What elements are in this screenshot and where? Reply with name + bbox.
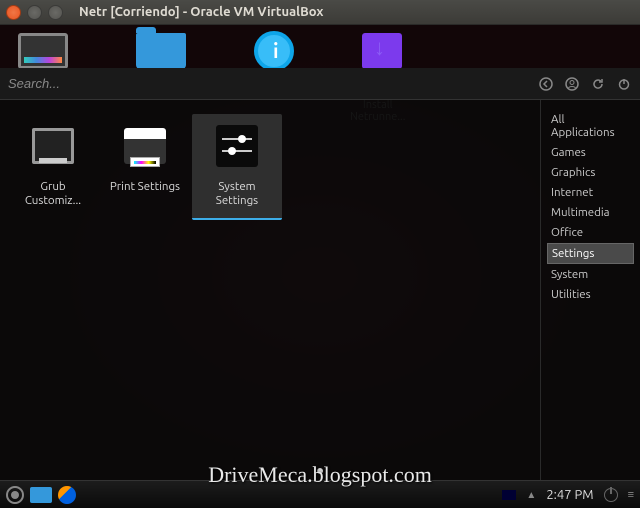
window-title: Netr [Corriendo] - Oracle VM VirtualBox	[79, 5, 323, 19]
category-system[interactable]: System	[547, 265, 634, 284]
back-icon[interactable]	[538, 76, 554, 92]
user-icon[interactable]	[564, 76, 580, 92]
search-input[interactable]	[8, 76, 538, 91]
search-toolbar-icons	[538, 76, 632, 92]
page-indicator[interactable]	[317, 468, 323, 474]
info-desktop-icon[interactable]	[254, 31, 294, 71]
window-close-button[interactable]	[6, 5, 21, 20]
desktop: Install Netrunne... Grub Customiz... Pr	[0, 25, 640, 480]
category-office[interactable]: Office	[547, 223, 634, 242]
category-internet[interactable]: Internet	[547, 183, 634, 202]
start-menu-button[interactable]	[6, 486, 24, 504]
printer-icon	[121, 122, 169, 170]
category-settings[interactable]: Settings	[547, 243, 634, 264]
terminal-desktop-icon[interactable]	[18, 33, 68, 69]
window-maximize-button[interactable]	[48, 5, 63, 20]
app-label: Grub Customiz...	[12, 180, 94, 208]
category-sidebar: All Applications Games Graphics Internet…	[540, 100, 640, 480]
download-desktop-icon[interactable]	[362, 33, 402, 69]
application-launcher: Grub Customiz... Print Settings System S…	[0, 68, 640, 480]
session-power-icon[interactable]	[604, 488, 618, 502]
firefox-icon[interactable]	[58, 486, 76, 504]
app-system-settings[interactable]: System Settings	[192, 114, 282, 220]
apps-grid: Grub Customiz... Print Settings System S…	[0, 100, 540, 480]
app-label: System Settings	[196, 180, 278, 208]
tray-expand-icon[interactable]: ▲	[526, 489, 536, 501]
category-all-applications[interactable]: All Applications	[547, 110, 634, 142]
category-multimedia[interactable]: Multimedia	[547, 203, 634, 222]
power-icon[interactable]	[616, 76, 632, 92]
search-bar	[0, 68, 640, 100]
launcher-content: Grub Customiz... Print Settings System S…	[0, 100, 640, 480]
taskbar-right: ▲ 2:47 PM ≡	[502, 488, 634, 502]
app-grub-customizer[interactable]: Grub Customiz...	[8, 114, 98, 218]
category-utilities[interactable]: Utilities	[547, 285, 634, 304]
refresh-icon[interactable]	[590, 76, 606, 92]
category-games[interactable]: Games	[547, 143, 634, 162]
keyboard-layout-icon[interactable]	[502, 490, 516, 500]
app-label: Print Settings	[104, 180, 186, 194]
desktop-icons-row	[18, 33, 402, 71]
category-graphics[interactable]: Graphics	[547, 163, 634, 182]
grub-icon	[29, 122, 77, 170]
app-print-settings[interactable]: Print Settings	[100, 114, 190, 204]
clock[interactable]: 2:47 PM	[546, 488, 593, 502]
file-manager-icon[interactable]	[30, 487, 52, 503]
window-minimize-button[interactable]	[27, 5, 42, 20]
sliders-icon	[213, 122, 261, 170]
taskbar-left	[6, 486, 76, 504]
taskbar: ▲ 2:47 PM ≡	[0, 480, 640, 508]
panel-menu-icon[interactable]: ≡	[628, 489, 634, 501]
folder-desktop-icon[interactable]	[136, 33, 186, 69]
window-titlebar: Netr [Corriendo] - Oracle VM VirtualBox	[0, 0, 640, 25]
